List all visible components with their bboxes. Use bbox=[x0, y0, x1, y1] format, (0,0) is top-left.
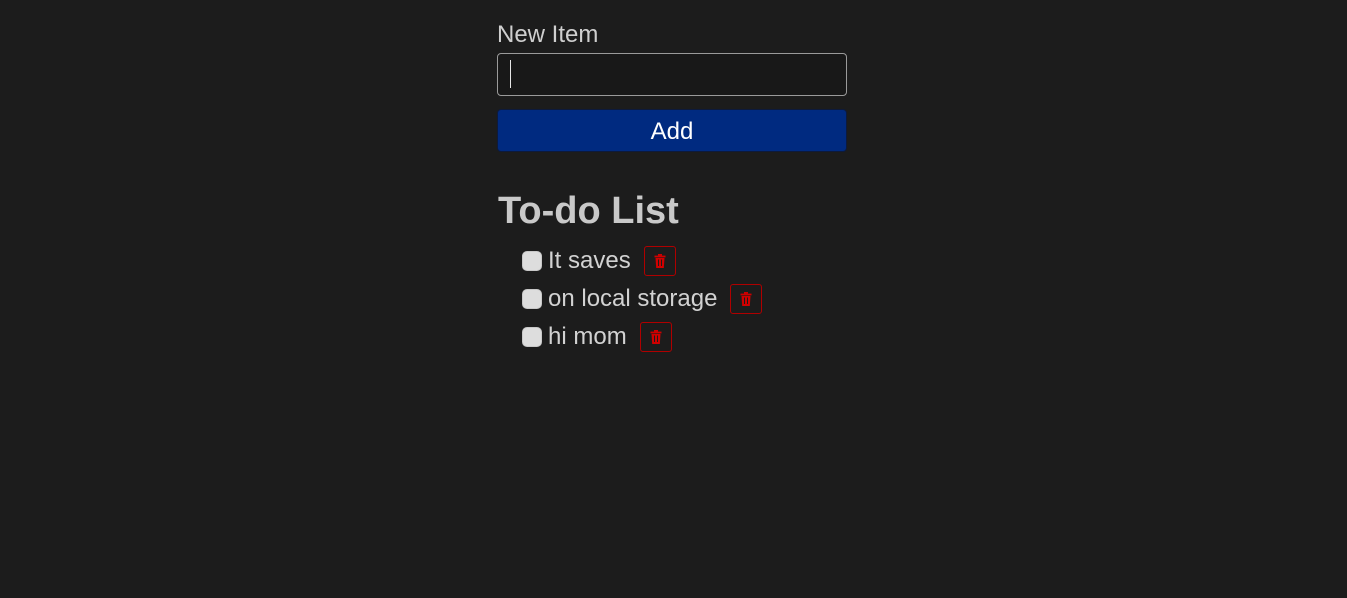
add-button[interactable]: Add bbox=[497, 109, 847, 152]
trash-icon bbox=[650, 330, 662, 344]
todo-list-title: To-do List bbox=[498, 190, 679, 232]
trash-icon bbox=[740, 292, 752, 306]
new-item-input[interactable] bbox=[497, 53, 847, 96]
todo-item: on local storage bbox=[522, 280, 763, 318]
delete-button[interactable] bbox=[730, 284, 763, 314]
delete-button[interactable] bbox=[643, 246, 676, 276]
todo-item: It saves bbox=[522, 242, 762, 280]
todo-item-text: on local storage bbox=[548, 285, 718, 312]
todo-item: hi mom bbox=[522, 318, 762, 356]
trash-icon bbox=[654, 254, 666, 268]
todo-list: It saves on local storage hi mom bbox=[522, 242, 763, 356]
todo-checkbox[interactable] bbox=[522, 251, 542, 271]
todo-checkbox[interactable] bbox=[522, 327, 542, 347]
todo-checkbox[interactable] bbox=[522, 289, 542, 309]
todo-item-text: hi mom bbox=[548, 323, 627, 350]
text-caret bbox=[510, 60, 511, 88]
todo-item-text: It saves bbox=[548, 247, 631, 274]
delete-button[interactable] bbox=[639, 322, 672, 352]
new-item-label: New Item bbox=[497, 21, 599, 48]
